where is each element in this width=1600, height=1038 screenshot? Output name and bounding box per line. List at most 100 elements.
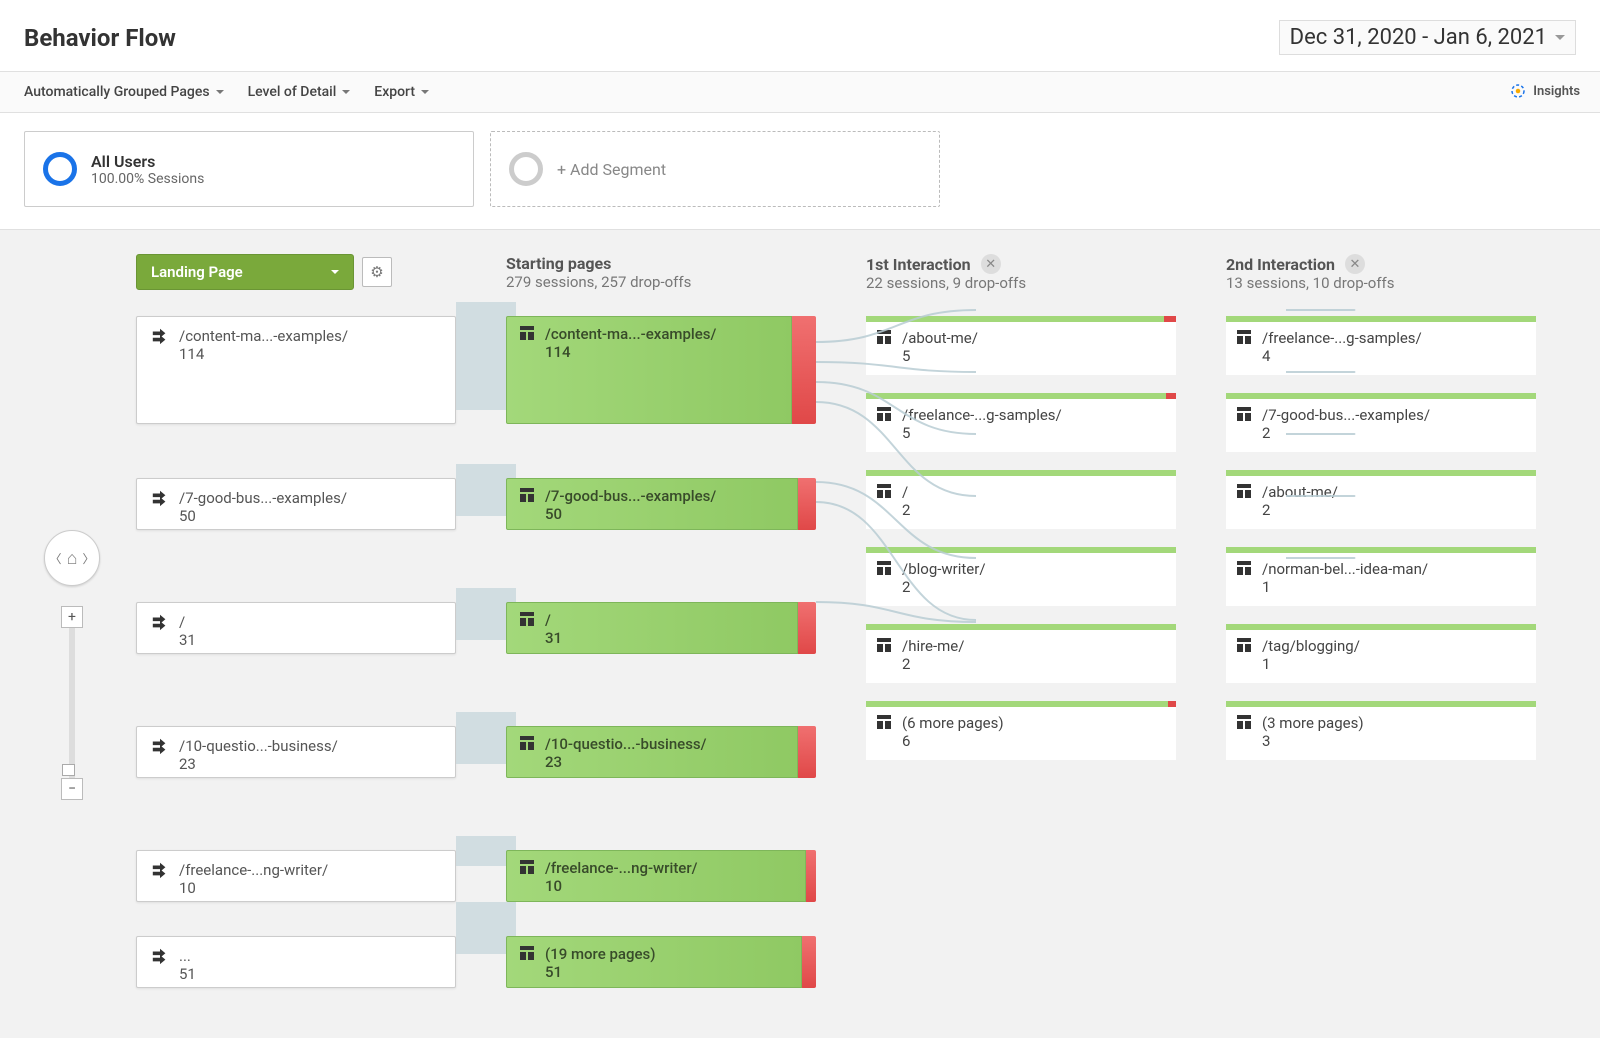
dropoff-bar — [802, 936, 816, 988]
page-icon — [1236, 714, 1252, 734]
header: Behavior Flow Dec 31, 2020 - Jan 6, 2021 — [0, 0, 1600, 72]
flow-node[interactable]: /tag/blogging/1 — [1226, 624, 1536, 683]
column-2nd-interaction: 2nd Interaction ✕ 13 sessions, 10 drop-o… — [1226, 254, 1586, 998]
zoom-in-button[interactable]: + — [61, 606, 83, 628]
date-range-text: Dec 31, 2020 - Jan 6, 2021 — [1290, 25, 1547, 50]
nav-right-arrow[interactable]: 〉 — [82, 550, 94, 567]
chevron-down-icon — [342, 90, 350, 94]
column-sub: 22 sessions, 9 drop-offs — [866, 274, 1176, 292]
segment-sub: 100.00% Sessions — [91, 171, 204, 187]
landing-node[interactable]: ... 51 — [136, 936, 456, 988]
zoom-handle[interactable] — [62, 764, 75, 776]
page-icon — [519, 735, 535, 755]
dropoff-bar — [798, 726, 816, 778]
landing-column: Landing Page ⚙ /content-ma...-examples/ … — [136, 254, 506, 998]
entry-arrow-icon — [151, 327, 169, 345]
column-title: 2nd Interaction — [1226, 255, 1335, 274]
home-icon[interactable]: ⌂ — [67, 548, 78, 569]
chevron-down-icon — [421, 90, 429, 94]
entry-arrow-icon — [151, 861, 169, 879]
landing-node[interactable]: /freelance-...ng-writer/ 10 — [136, 850, 456, 902]
flow-node[interactable]: /7-good-bus...-examples/2 — [1226, 393, 1536, 452]
flow-node[interactable]: /norman-bel...-idea-man/1 — [1226, 547, 1536, 606]
flow-columns: Landing Page ⚙ /content-ma...-examples/ … — [136, 254, 1600, 998]
page-icon — [519, 325, 535, 345]
landing-node[interactable]: /content-ma...-examples/ 114 — [136, 316, 456, 424]
page-title: Behavior Flow — [24, 24, 176, 52]
landing-node[interactable]: /7-good-bus...-examples/ 50 — [136, 478, 456, 530]
page-icon — [519, 487, 535, 507]
segment-title: All Users — [91, 152, 204, 171]
page-icon — [876, 329, 892, 349]
insights-button[interactable]: Insights — [1509, 82, 1580, 100]
page-icon — [519, 859, 535, 879]
column-title: Starting pages — [506, 254, 816, 273]
export-dropdown[interactable]: Export — [374, 84, 429, 100]
flow-node[interactable]: /about-me/5 — [866, 316, 1176, 375]
page-icon — [876, 560, 892, 580]
page-icon — [1236, 560, 1252, 580]
zoom-slider[interactable] — [69, 628, 75, 778]
flow-node[interactable]: /freelance-...ng-writer/ 10 — [506, 850, 816, 902]
page-icon — [1236, 483, 1252, 503]
flow-node[interactable]: /freelance-...g-samples/5 — [866, 393, 1176, 452]
page-icon — [876, 714, 892, 734]
settings-button[interactable]: ⚙ — [362, 257, 392, 287]
toolbar: Automatically Grouped Pages Level of Det… — [0, 72, 1600, 113]
flow-node[interactable]: (19 more pages) 51 — [506, 936, 816, 988]
landing-node[interactable]: / 31 — [136, 602, 456, 654]
flow-node[interactable]: /2 — [866, 470, 1176, 529]
flow-node[interactable]: /freelance-...g-samples/4 — [1226, 316, 1536, 375]
entry-arrow-icon — [151, 613, 169, 631]
add-segment-button[interactable]: + Add Segment — [490, 131, 940, 207]
flow-node[interactable]: /content-ma...-examples/ 114 — [506, 316, 816, 424]
dropoff-bar — [1168, 701, 1176, 707]
dropoff-bar — [806, 850, 816, 902]
level-detail-dropdown[interactable]: Level of Detail — [248, 84, 351, 100]
column-sub: 279 sessions, 257 drop-offs — [506, 273, 816, 291]
gear-icon: ⚙ — [370, 263, 383, 281]
close-column-button[interactable]: ✕ — [981, 254, 1001, 274]
flow-canvas[interactable]: 〈 ⌂ 〉 + − Landing Page ⚙ — [0, 230, 1600, 1038]
page-icon — [519, 945, 535, 965]
zoom-control: + − — [44, 606, 100, 800]
segments-bar: All Users 100.00% Sessions + Add Segment — [0, 113, 1600, 230]
page-icon — [1236, 329, 1252, 349]
column-title: 1st Interaction — [866, 255, 971, 274]
flow-node[interactable]: (6 more pages)6 — [866, 701, 1176, 760]
page-icon — [876, 637, 892, 657]
flow-node[interactable]: / 31 — [506, 602, 816, 654]
flow-node[interactable]: /10-questio...-business/ 23 — [506, 726, 816, 778]
chevron-down-icon — [1555, 35, 1565, 40]
column-sub: 13 sessions, 10 drop-offs — [1226, 274, 1536, 292]
page-icon — [1236, 406, 1252, 426]
entry-arrow-icon — [151, 489, 169, 507]
column-1st-interaction: 1st Interaction ✕ 22 sessions, 9 drop-of… — [866, 254, 1226, 998]
dropoff-bar — [1164, 316, 1176, 322]
nav-left-arrow[interactable]: 〈 — [50, 550, 62, 567]
landing-node[interactable]: /10-questio...-business/ 23 — [136, 726, 456, 778]
page-icon — [876, 406, 892, 426]
entry-arrow-icon — [151, 737, 169, 755]
page-icon — [519, 611, 535, 631]
dropoff-bar — [798, 478, 816, 530]
nav-controls: 〈 ⌂ 〉 + − — [44, 530, 100, 800]
zoom-out-button[interactable]: − — [61, 778, 83, 800]
nav-pan-control: 〈 ⌂ 〉 — [44, 530, 100, 586]
chevron-down-icon — [216, 90, 224, 94]
column-starting-pages: Starting pages 279 sessions, 257 drop-of… — [506, 254, 866, 998]
dimension-pill[interactable]: Landing Page — [136, 254, 354, 290]
close-column-button[interactable]: ✕ — [1345, 254, 1365, 274]
flow-node[interactable]: /about-me/2 — [1226, 470, 1536, 529]
chevron-down-icon — [331, 270, 339, 274]
flow-node[interactable]: /7-good-bus...-examples/ 50 — [506, 478, 816, 530]
flow-node[interactable]: (3 more pages)3 — [1226, 701, 1536, 760]
segment-all-users[interactable]: All Users 100.00% Sessions — [24, 131, 474, 207]
flow-node[interactable]: /blog-writer/2 — [866, 547, 1176, 606]
dropoff-bar — [792, 316, 816, 424]
dropoff-bar — [798, 602, 816, 654]
date-range-picker[interactable]: Dec 31, 2020 - Jan 6, 2021 — [1279, 20, 1576, 55]
flow-node[interactable]: /hire-me/2 — [866, 624, 1176, 683]
dropoff-bar — [1166, 393, 1176, 399]
grouped-pages-dropdown[interactable]: Automatically Grouped Pages — [24, 84, 224, 100]
